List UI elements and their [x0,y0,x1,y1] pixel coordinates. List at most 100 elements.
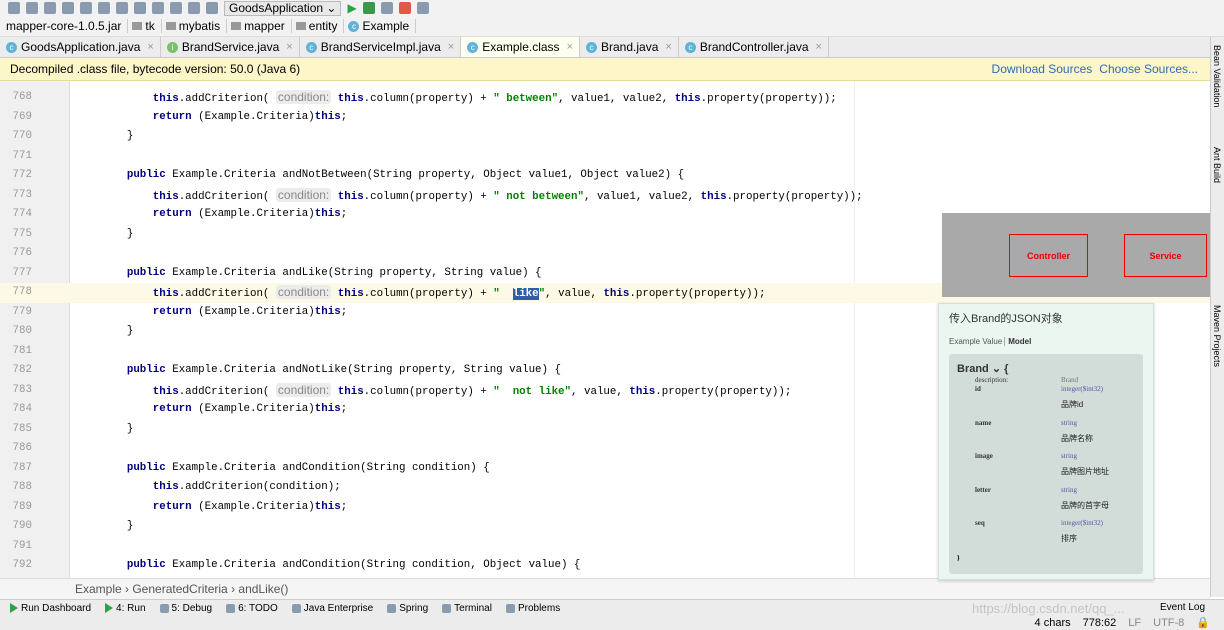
stop-icon[interactable] [398,2,411,14]
bean-validation-panel[interactable]: Bean Validation [1212,45,1222,107]
code-token: , value, [571,385,630,398]
debug-icon[interactable] [362,2,375,14]
tab-brandserviceimpl-java[interactable]: c BrandServiceImpl.java × [300,37,462,57]
line-number: 789 [12,500,32,513]
close-icon[interactable]: × [147,41,153,53]
maven-projects-panel[interactable]: Maven Projects [1212,305,1222,367]
code-line[interactable]: 773 this.addCriterion( condition: this.c… [0,186,1210,206]
redo-icon[interactable] [62,2,74,14]
model-name[interactable]: Brand [957,363,989,375]
cut-icon[interactable] [80,2,92,14]
sync-icon[interactable] [26,2,38,14]
tab-label: GoodsApplication.java [21,40,141,54]
breadcrumb-item[interactable]: c Example [348,19,417,33]
class-icon: c [348,20,360,32]
keyword: public [126,169,166,181]
event-log-button[interactable]: Event Log [1160,602,1205,613]
keyword: this [152,93,179,105]
undo-icon[interactable] [44,2,56,14]
right-tool-strip: Bean Validation Ant Build Maven Projects [1210,37,1224,597]
forward-icon[interactable] [188,2,200,14]
line-number: 775 [12,227,32,240]
keyword: public [126,364,166,376]
prop-type: string [1061,485,1077,494]
lock-icon[interactable]: 🔒 [1196,616,1210,630]
choose-sources-link[interactable]: Choose Sources... [1099,62,1198,76]
example-value-tab[interactable]: Example Value [949,337,1002,346]
tool-window-todo[interactable]: 6: TODO [226,603,278,614]
keyword: this [629,385,656,398]
chevron-down-icon[interactable]: ⌄ [992,363,1001,375]
class-icon: c [684,41,696,53]
encoding[interactable]: UTF-8 [1153,616,1184,630]
download-sources-link[interactable]: Download Sources [992,62,1093,76]
line-number: 788 [12,481,32,493]
swagger-title: 传入Brand的JSON对象 [949,313,1063,325]
cursor-position[interactable]: 778:62 [1083,616,1117,630]
code-line[interactable]: 768 this.addCriterion( condition: this.c… [0,88,1210,108]
debug-icon [159,603,169,613]
replace-icon[interactable] [152,2,164,14]
breadcrumb-item[interactable]: mapper [231,19,292,33]
tool-window-label: Java Enterprise [303,602,374,614]
code-text: public Example.Criteria andNotLike(Strin… [75,361,561,381]
tab-brandservice-java[interactable]: i BrandService.java × [161,37,300,57]
parameter-hint: condition: [275,285,332,299]
breadcrumb-item[interactable]: mapper-core-1.0.5.jar [6,19,129,33]
save-icon[interactable] [8,2,20,14]
status-bar: 4 chars 778:62 LF UTF-8 🔒 [0,616,1224,630]
code-breadcrumb[interactable]: Example › GeneratedCriteria › andLike() [0,578,1210,599]
code-line[interactable]: 770 } [0,127,1210,147]
description-key: description: [975,376,1009,384]
tool-window-spring[interactable]: Spring [387,603,428,614]
code-token: Example.Criteria andNotLike(String prope… [165,364,561,376]
breadcrumb-item[interactable]: tk [132,19,162,33]
model-schema: Brand ⌄ { description: Brand } id integer… [949,354,1143,574]
ant-build-panel[interactable]: Ant Build [1212,147,1222,183]
breadcrumb-label: mapper [244,19,285,33]
keyword: this [337,288,364,300]
tab-goodsapplication-java[interactable]: c GoodsApplication.java × [0,37,161,57]
tab-brand-java[interactable]: c Brand.java × [580,37,679,57]
tool-window-run-dashboard[interactable]: Run Dashboard [10,603,91,614]
find-icon[interactable] [134,2,146,14]
line-number: 771 [12,149,32,162]
tool-window-label: Run Dashboard [21,602,92,614]
prop-name: seq [975,519,985,527]
tab-example-class[interactable]: c Example.class × [461,37,580,57]
close-icon[interactable]: × [816,41,822,53]
line-separator[interactable]: LF [1128,616,1141,630]
run-config-select[interactable]: GoodsApplication ⌄ [224,0,342,16]
model-tab[interactable]: Model [1004,337,1032,346]
paste-icon[interactable] [116,2,128,14]
close-icon[interactable]: × [448,41,454,53]
tab-brandcontroller-java[interactable]: c BrandController.java × [679,37,829,57]
help-icon[interactable] [416,2,429,14]
breadcrumb-item[interactable]: mybatis [165,19,228,33]
breadcrumb-item[interactable]: entity [295,19,345,33]
tool-window-terminal[interactable]: Terminal [442,603,492,614]
close-icon[interactable]: × [286,41,292,53]
tool-window-java-enterprise[interactable]: Java Enterprise [291,602,374,614]
code-token: .addCriterion( [178,385,276,398]
back-icon[interactable] [170,2,182,14]
tool-window-debug[interactable]: 5: Debug [159,603,212,614]
close-icon[interactable]: × [567,41,573,53]
code-line[interactable]: 769 return (Example.Criteria)this; [0,108,1210,128]
build-icon[interactable] [206,2,218,14]
code-line[interactable]: 771 [0,147,1210,167]
tool-window-problems[interactable]: Problems [505,603,560,614]
code-token: } [75,422,134,435]
code-token: ; [340,403,348,415]
coverage-icon[interactable] [380,2,393,14]
copy-icon[interactable] [98,2,110,14]
prop-description: 品牌id [1061,400,1084,409]
code-token: (Example.Criteria) [191,403,315,415]
tool-window-run[interactable]: 4: Run [105,603,146,614]
code-line[interactable]: 772 public Example.Criteria andNotBetwee… [0,166,1210,186]
run-icon[interactable]: ▶ [347,1,356,15]
close-icon[interactable]: × [665,41,671,53]
